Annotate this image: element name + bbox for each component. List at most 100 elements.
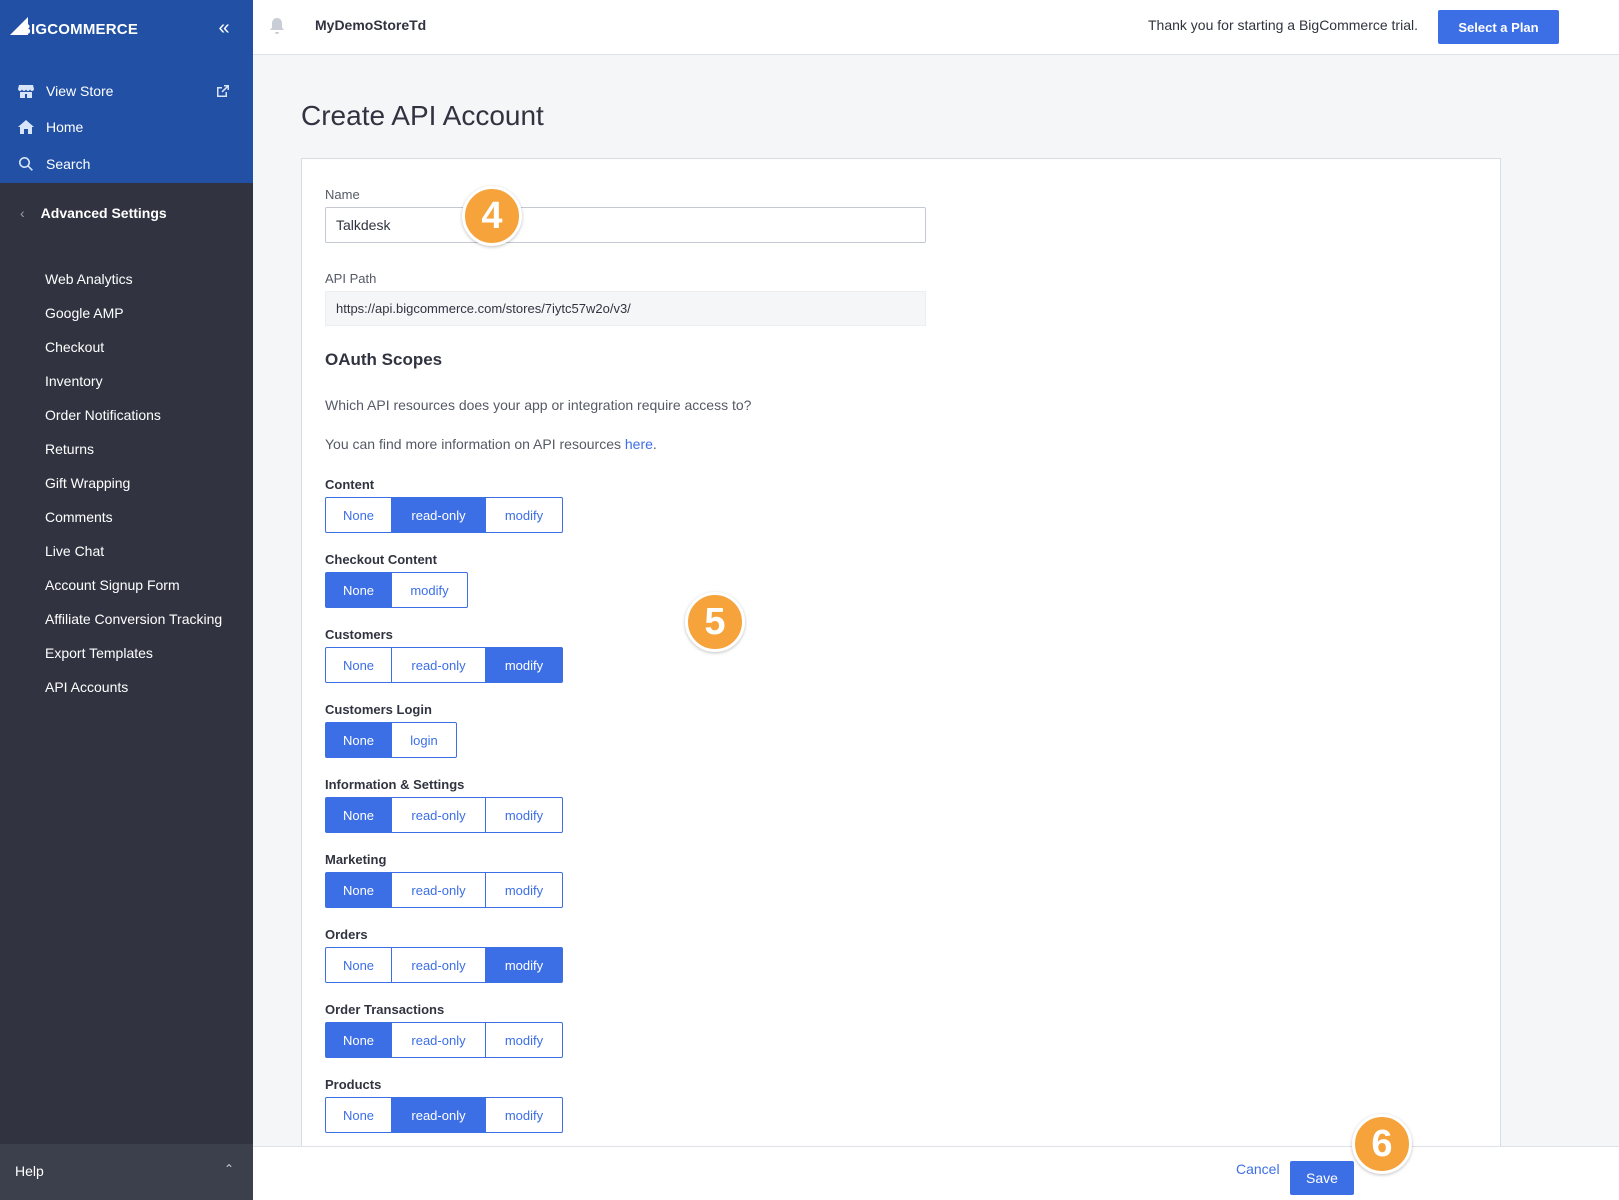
scope-marketing: Marketing None read-only modify (325, 852, 563, 908)
scope-option-read-only[interactable]: read-only (391, 947, 486, 983)
search-label: Search (46, 156, 91, 172)
step-badge-5: 5 (685, 592, 745, 652)
scope-option-none[interactable]: None (325, 722, 392, 758)
more-info-suffix: . (652, 436, 657, 452)
select-plan-button[interactable]: Select a Plan (1438, 10, 1559, 44)
scope-option-modify[interactable]: modify (485, 1022, 563, 1058)
scope-option-modify[interactable]: modify (485, 947, 563, 983)
scope-order-transactions: Order Transactions None read-only modify (325, 1002, 563, 1058)
name-input[interactable] (325, 207, 926, 243)
sidebar-item-gift-wrapping[interactable]: Gift Wrapping (45, 472, 222, 506)
scope-option-none[interactable]: None (325, 797, 392, 833)
scope-option-none[interactable]: None (325, 947, 392, 983)
scope-toggle-group: None modify (325, 572, 468, 608)
help-label: Help (15, 1163, 44, 1179)
scope-toggle-group: None read-only modify (325, 872, 563, 908)
scope-option-read-only[interactable]: read-only (391, 1097, 486, 1133)
scope-option-modify[interactable]: modify (485, 497, 563, 533)
scope-option-none[interactable]: None (325, 572, 392, 608)
form-footer: Cancel Save (253, 1146, 1619, 1200)
scope-label: Content (325, 477, 375, 492)
top-bar: MyDemoStoreTd Thank you for starting a B… (253, 0, 1619, 55)
sidebar-item-order-notifications[interactable]: Order Notifications (45, 404, 222, 438)
scope-option-none[interactable]: None (325, 1097, 392, 1133)
sidebar-item-comments[interactable]: Comments (45, 506, 222, 540)
view-store-label: View Store (46, 83, 114, 99)
scope-option-modify[interactable]: modify (485, 1097, 563, 1133)
view-store-link[interactable]: View Store (18, 83, 113, 99)
scope-toggle-group: None read-only modify (325, 947, 563, 983)
save-button[interactable]: Save (1290, 1161, 1354, 1195)
trial-message: Thank you for starting a BigCommerce tri… (1148, 17, 1418, 33)
sidebar-item-api-accounts[interactable]: API Accounts (45, 676, 222, 710)
scope-toggle-group: None read-only modify (325, 497, 563, 533)
scope-option-modify[interactable]: modify (485, 797, 563, 833)
scope-label: Orders (325, 927, 368, 942)
scope-label: Customers (325, 627, 393, 642)
notification-bell-icon[interactable] (267, 16, 287, 36)
scope-option-modify[interactable]: modify (485, 872, 563, 908)
home-icon (18, 120, 34, 134)
scope-information-settings: Information & Settings None read-only mo… (325, 777, 563, 833)
scope-label: Order Transactions (325, 1002, 445, 1017)
scope-option-login[interactable]: login (391, 722, 457, 758)
home-link[interactable]: Home (18, 119, 83, 135)
scope-option-read-only[interactable]: read-only (391, 872, 486, 908)
sidebar-item-web-analytics[interactable]: Web Analytics (45, 268, 222, 302)
page-title: Create API Account (301, 100, 544, 131)
oauth-scopes-heading: OAuth Scopes (325, 350, 443, 369)
home-label: Home (46, 119, 84, 135)
sidebar-item-checkout[interactable]: Checkout (45, 336, 222, 370)
scope-option-read-only[interactable]: read-only (391, 797, 486, 833)
step-badge-6: 6 (1352, 1114, 1412, 1174)
external-link-icon[interactable] (216, 84, 230, 98)
scope-option-modify[interactable]: modify (391, 572, 468, 608)
step-badge-4: 4 (462, 186, 522, 246)
api-resources-link[interactable]: here (625, 436, 653, 452)
more-info-text: You can find more information on API res… (325, 436, 625, 452)
scope-toggle-group: None login (325, 722, 457, 758)
chevron-left-icon: ‹ (20, 205, 25, 221)
name-label: Name (325, 187, 360, 202)
scopes-description: Which API resources does your app or int… (325, 397, 752, 413)
scope-option-modify[interactable]: modify (485, 647, 563, 683)
scope-label: Checkout Content (325, 552, 437, 567)
sidebar-header: BIGCOMMERCE « View Store Home Search (0, 0, 253, 183)
scope-label: Products (325, 1077, 382, 1092)
collapse-sidebar-button[interactable]: « (214, 18, 234, 38)
search-link[interactable]: Search (18, 156, 90, 172)
scope-label: Information & Settings (325, 777, 465, 792)
scope-label: Customers Login (325, 702, 432, 717)
sidebar-item-export-templates[interactable]: Export Templates (45, 642, 222, 676)
advanced-settings-back[interactable]: ‹ Advanced Settings (20, 205, 167, 221)
cancel-button[interactable]: Cancel (1236, 1161, 1280, 1177)
scope-option-none[interactable]: None (325, 1022, 392, 1058)
sidebar-item-google-amp[interactable]: Google AMP (45, 302, 222, 336)
bigcommerce-logo[interactable]: BIGCOMMERCE (10, 14, 138, 44)
scope-products: Products None read-only modify (325, 1077, 563, 1133)
scope-orders: Orders None read-only modify (325, 927, 563, 983)
sidebar-item-returns[interactable]: Returns (45, 438, 222, 472)
scope-customers-login: Customers Login None login (325, 702, 457, 758)
storefront-icon (18, 85, 34, 98)
search-icon (19, 157, 33, 171)
sidebar-item-account-signup-form[interactable]: Account Signup Form (45, 574, 222, 608)
scope-option-none[interactable]: None (325, 497, 392, 533)
help-toggle[interactable]: Help ⌃ (0, 1144, 253, 1200)
scope-toggle-group: None read-only modify (325, 1022, 563, 1058)
scope-customers: Customers None read-only modify (325, 627, 563, 683)
scope-option-none[interactable]: None (325, 647, 392, 683)
scope-option-read-only[interactable]: read-only (391, 497, 486, 533)
settings-nav: Web Analytics Google AMP Checkout Invent… (45, 268, 222, 710)
scope-toggle-group: None read-only modify (325, 1097, 563, 1133)
api-path-label: API Path (325, 271, 377, 286)
sidebar-item-affiliate-conversion-tracking[interactable]: Affiliate Conversion Tracking (45, 608, 222, 642)
scope-option-none[interactable]: None (325, 872, 392, 908)
scope-label: Marketing (325, 852, 387, 867)
scope-option-read-only[interactable]: read-only (391, 1022, 486, 1058)
sidebar-item-live-chat[interactable]: Live Chat (45, 540, 222, 574)
scope-checkout-content: Checkout Content None modify (325, 552, 468, 608)
sidebar-item-inventory[interactable]: Inventory (45, 370, 222, 404)
scopes-more-info: You can find more information on API res… (325, 436, 657, 452)
scope-option-read-only[interactable]: read-only (391, 647, 486, 683)
